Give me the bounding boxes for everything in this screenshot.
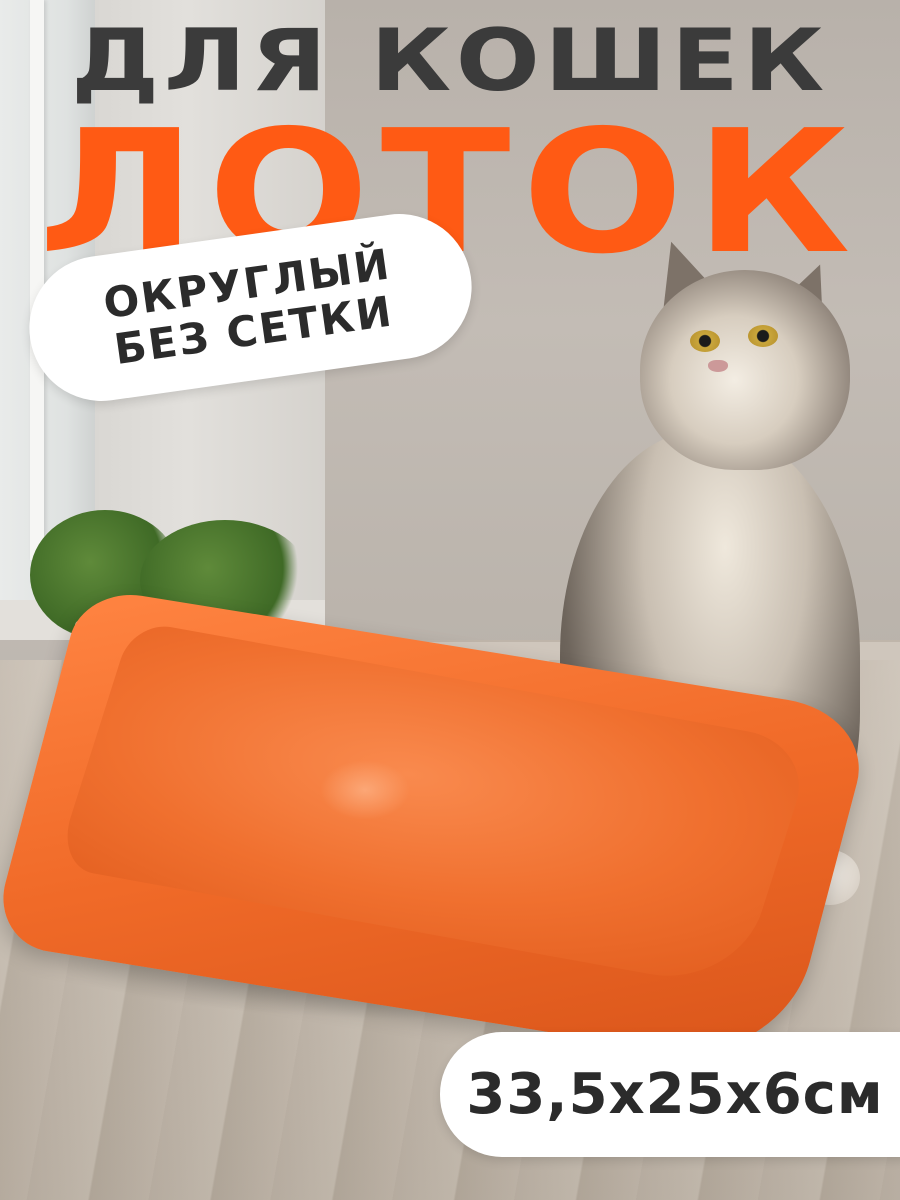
cat-head [640, 270, 850, 470]
dimensions-badge: 33,5х25х6см [440, 1032, 900, 1157]
litter-tray-highlight [320, 760, 410, 820]
product-banner: ДЛЯ КОШЕК ЛОТОК ОКРУГЛЫЙ БЕЗ СЕТКИ 33,5х… [0, 0, 900, 1200]
cat-eye-left [690, 330, 720, 352]
cat-nose [708, 360, 728, 372]
dimensions-text: 33,5х25х6см [466, 1062, 884, 1127]
cat-eye-right [748, 325, 778, 347]
headline-top-line: ДЛЯ КОШЕК [71, 11, 829, 111]
